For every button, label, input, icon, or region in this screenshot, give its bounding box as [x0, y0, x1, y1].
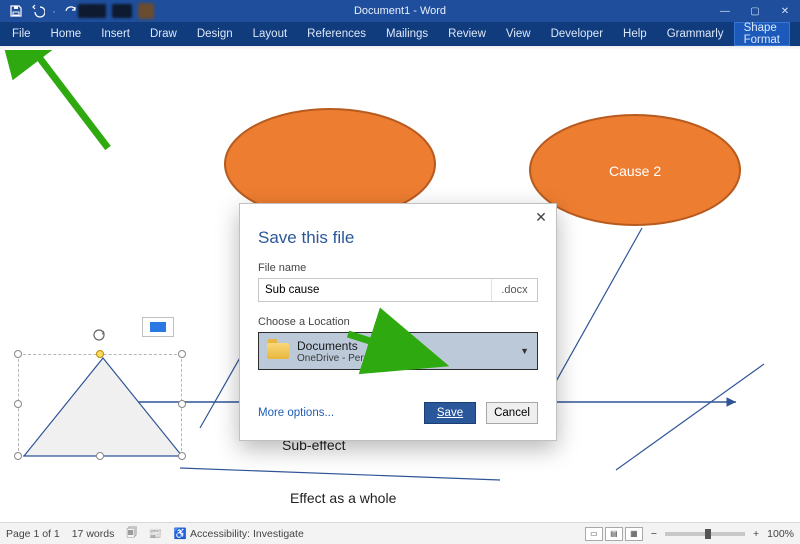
file-name-row: .docx: [258, 278, 538, 302]
read-mode-icon[interactable]: ▭: [585, 527, 603, 541]
resize-handle-s[interactable]: [96, 452, 104, 460]
zoom-in-button[interactable]: +: [753, 528, 759, 540]
resize-handle-nw[interactable]: [14, 350, 22, 358]
resize-handle-se[interactable]: [178, 452, 186, 460]
tab-grammarly[interactable]: Grammarly: [657, 22, 734, 46]
close-dialog-button[interactable]: ✕: [532, 208, 550, 226]
tab-references[interactable]: References: [297, 22, 376, 46]
tab-mailings[interactable]: Mailings: [376, 22, 438, 46]
picture-placeholder-icon[interactable]: [142, 317, 174, 337]
redo-icon[interactable]: [62, 3, 78, 19]
file-name-label: File name: [258, 262, 538, 274]
dialog-title: Save this file: [258, 228, 538, 248]
user-name-blur: [78, 4, 106, 18]
zoom-slider[interactable]: [665, 532, 745, 536]
tab-design[interactable]: Design: [187, 22, 243, 46]
maximize-button[interactable]: ▢: [740, 0, 770, 22]
resize-handle-ne[interactable]: [178, 350, 186, 358]
web-layout-icon[interactable]: ▦: [625, 527, 643, 541]
accessibility-icon: ♿: [174, 528, 187, 540]
rotate-handle-icon[interactable]: [92, 328, 106, 342]
tab-file[interactable]: File: [2, 22, 41, 46]
user-avatar[interactable]: [138, 3, 154, 19]
location-dropdown[interactable]: Documents OneDrive - Personal ▼: [258, 332, 538, 370]
undo-icon[interactable]: [30, 3, 46, 19]
tab-insert[interactable]: Insert: [91, 22, 140, 46]
print-layout-icon[interactable]: ▤: [605, 527, 623, 541]
cancel-button[interactable]: Cancel: [486, 402, 538, 424]
user-name-blur2: [112, 4, 132, 18]
status-bar: Page 1 of 1 17 words 🗐 📰 ♿Accessibility:…: [0, 522, 800, 544]
file-name-input[interactable]: [259, 279, 491, 301]
word-count[interactable]: 17 words: [72, 528, 115, 540]
display-settings-icon[interactable]: 📰: [149, 527, 162, 540]
save-icon[interactable]: [8, 3, 24, 19]
file-extension-label[interactable]: .docx: [491, 279, 537, 301]
resize-handle-e[interactable]: [178, 400, 186, 408]
minimize-button[interactable]: ―: [710, 0, 740, 22]
resize-handle-sw[interactable]: [14, 452, 22, 460]
quick-access-toolbar: ·: [0, 3, 78, 19]
document-canvas[interactable]: Cause 2 Sub-effect Effect as a whole ✕: [0, 50, 800, 522]
tell-me[interactable]: 💡 Tell me: [790, 22, 800, 46]
zoom-out-button[interactable]: −: [651, 528, 657, 540]
tab-developer[interactable]: Developer: [541, 22, 613, 46]
tab-view[interactable]: View: [496, 22, 541, 46]
view-buttons: ▭ ▤ ▦: [585, 527, 643, 541]
tab-home[interactable]: Home: [41, 22, 92, 46]
save-dialog: ✕ Save this file File name .docx Choose …: [239, 203, 557, 441]
title-bar: · Document1 - Word ― ▢ ✕: [0, 0, 800, 22]
page-indicator[interactable]: Page 1 of 1: [6, 528, 60, 540]
effect-whole-label: Effect as a whole: [290, 490, 396, 506]
location-name: Documents: [297, 339, 388, 353]
user-area: [78, 3, 154, 19]
tab-review[interactable]: Review: [438, 22, 496, 46]
tab-help[interactable]: Help: [613, 22, 657, 46]
choose-location-label: Choose a Location: [258, 316, 538, 328]
tab-draw[interactable]: Draw: [140, 22, 187, 46]
document-title: Document1 - Word: [354, 5, 446, 17]
save-button[interactable]: Save: [424, 402, 476, 424]
location-subtext: OneDrive - Personal: [297, 353, 388, 364]
qat-separator: ·: [52, 3, 56, 19]
ribbon-tabs: File Home Insert Draw Design Layout Refe…: [0, 22, 800, 46]
tab-layout[interactable]: Layout: [243, 22, 298, 46]
zoom-level[interactable]: 100%: [767, 528, 794, 540]
language-icon[interactable]: 🗐: [126, 525, 137, 543]
resize-handle-w[interactable]: [14, 400, 22, 408]
triangle-shape[interactable]: [18, 350, 188, 470]
close-window-button[interactable]: ✕: [770, 0, 800, 22]
tab-shape-format[interactable]: Shape Format: [734, 22, 790, 46]
chevron-down-icon: ▼: [520, 346, 529, 356]
accessibility-status[interactable]: ♿Accessibility: Investigate: [174, 527, 304, 540]
folder-icon: [267, 343, 289, 359]
more-options-link[interactable]: More options...: [258, 407, 334, 419]
adjust-handle[interactable]: [96, 350, 104, 358]
window-controls: ― ▢ ✕: [710, 0, 800, 22]
